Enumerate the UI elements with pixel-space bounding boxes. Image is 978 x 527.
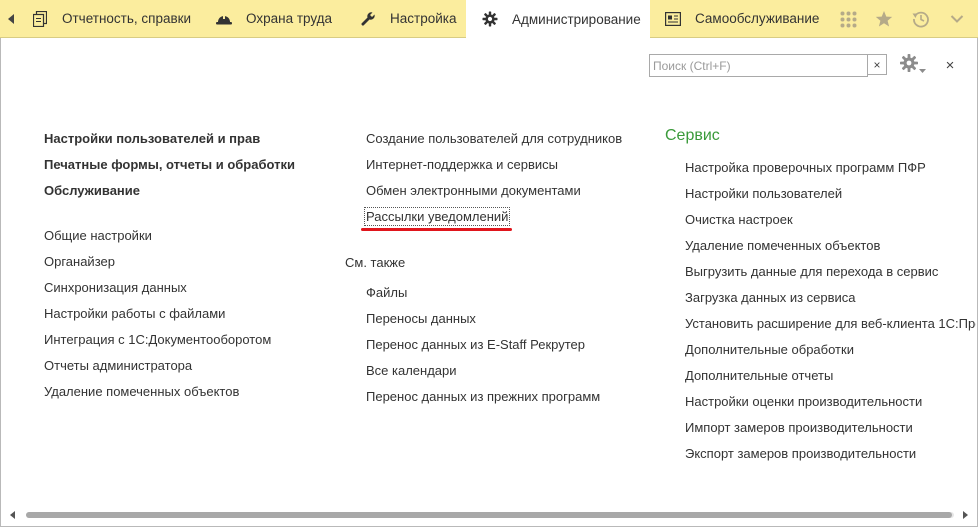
hard-hat-icon bbox=[216, 11, 232, 27]
tab-label: Самообслуживание bbox=[695, 11, 820, 26]
wrench-icon bbox=[360, 11, 376, 27]
apps-grid-icon[interactable] bbox=[839, 10, 857, 28]
link-file-settings[interactable]: Настройки работы с файлами bbox=[44, 306, 225, 321]
search-clear-button[interactable]: × bbox=[867, 54, 887, 75]
link-data-transfers[interactable]: Переносы данных bbox=[366, 311, 476, 326]
panel-settings-button[interactable] bbox=[899, 53, 927, 77]
scrollbar-thumb[interactable] bbox=[26, 512, 952, 518]
link-all-calendars[interactable]: Все календари bbox=[366, 363, 457, 378]
link-service-item[interactable]: Импорт замеров производительности bbox=[685, 420, 913, 435]
link-service-item[interactable]: Настройки оценки производительности bbox=[685, 394, 922, 409]
link-service-item[interactable]: Установить расширение для веб-клиента 1С… bbox=[685, 316, 976, 331]
link-service-item[interactable]: Дополнительные отчеты bbox=[685, 368, 833, 383]
link-organizer[interactable]: Органайзер bbox=[44, 254, 115, 269]
tab-administration[interactable]: Администрирование bbox=[466, 0, 650, 38]
horizontal-scrollbar[interactable] bbox=[10, 509, 968, 521]
link-service-item[interactable]: Очистка настроек bbox=[685, 212, 793, 227]
link-service-item[interactable]: Удаление помеченных объектов bbox=[685, 238, 880, 253]
search-input[interactable] bbox=[649, 54, 868, 77]
link-service-item[interactable]: Настройки пользователей bbox=[685, 186, 842, 201]
id-card-icon bbox=[665, 11, 681, 27]
chevron-down-icon[interactable] bbox=[948, 10, 966, 28]
tab-labor-safety[interactable]: Охрана труда bbox=[216, 0, 332, 37]
tab-self-service[interactable]: Самообслуживание bbox=[665, 0, 819, 37]
favorites-star-icon[interactable] bbox=[875, 10, 893, 28]
link-service-item[interactable]: Дополнительные обработки bbox=[685, 342, 854, 357]
link-service-item[interactable]: Выгрузить данные для перехода в сервис bbox=[685, 264, 938, 279]
link-maintenance[interactable]: Обслуживание bbox=[44, 183, 140, 198]
link-user-rights-settings[interactable]: Настройки пользователей и прав bbox=[44, 131, 260, 146]
link-create-employee-users[interactable]: Создание пользователей для сотрудников bbox=[366, 131, 622, 146]
link-service-item[interactable]: Настройка проверочных программ ПФР bbox=[685, 160, 926, 175]
document-stack-icon bbox=[32, 10, 48, 27]
link-docflow-integration[interactable]: Интеграция с 1С:Документооборотом bbox=[44, 332, 271, 347]
link-delete-marked[interactable]: Удаление помеченных объектов bbox=[44, 384, 239, 399]
link-service-item[interactable]: Экспорт замеров производительности bbox=[685, 446, 916, 461]
link-files[interactable]: Файлы bbox=[366, 285, 407, 300]
highlight-underline bbox=[361, 228, 512, 231]
see-also-heading: См. также bbox=[345, 255, 406, 270]
service-heading: Сервис bbox=[665, 127, 720, 144]
gear-dropdown-icon bbox=[900, 54, 926, 73]
gear-icon bbox=[482, 11, 498, 27]
tab-label: Настройка bbox=[390, 11, 457, 26]
link-legacy-transfer[interactable]: Перенос данных из прежних программ bbox=[366, 389, 600, 404]
tab-reports[interactable]: Отчетность, справки bbox=[32, 0, 191, 37]
link-edi[interactable]: Обмен электронными документами bbox=[366, 183, 581, 198]
link-admin-reports[interactable]: Отчеты администратора bbox=[44, 358, 192, 373]
close-panel-button[interactable]: × bbox=[942, 57, 958, 74]
link-service-item[interactable]: Загрузка данных из сервиса bbox=[685, 290, 856, 305]
scroll-right-arrow-icon[interactable] bbox=[963, 511, 968, 519]
link-internet-support[interactable]: Интернет-поддержка и сервисы bbox=[366, 157, 558, 172]
scroll-left-arrow-icon[interactable] bbox=[10, 511, 15, 519]
tab-settings[interactable]: Настройка bbox=[360, 0, 456, 37]
history-icon[interactable] bbox=[912, 10, 930, 28]
section-tab-bar: Отчетность, справки Охрана труда Настрой… bbox=[0, 0, 978, 38]
link-notification-mailings[interactable]: Рассылки уведомлений bbox=[363, 207, 511, 226]
tab-label: Администрирование bbox=[512, 11, 641, 27]
tabs-scroll-left-button[interactable] bbox=[0, 0, 22, 37]
tab-label: Отчетность, справки bbox=[62, 11, 192, 26]
tab-label: Охрана труда bbox=[246, 11, 333, 26]
arrow-left-icon bbox=[8, 13, 14, 24]
link-data-sync[interactable]: Синхронизация данных bbox=[44, 280, 187, 295]
link-estaff-transfer[interactable]: Перенос данных из E-Staff Рекрутер bbox=[366, 337, 585, 352]
link-print-forms-reports[interactable]: Печатные формы, отчеты и обработки bbox=[44, 157, 295, 172]
link-general-settings[interactable]: Общие настройки bbox=[44, 228, 152, 243]
